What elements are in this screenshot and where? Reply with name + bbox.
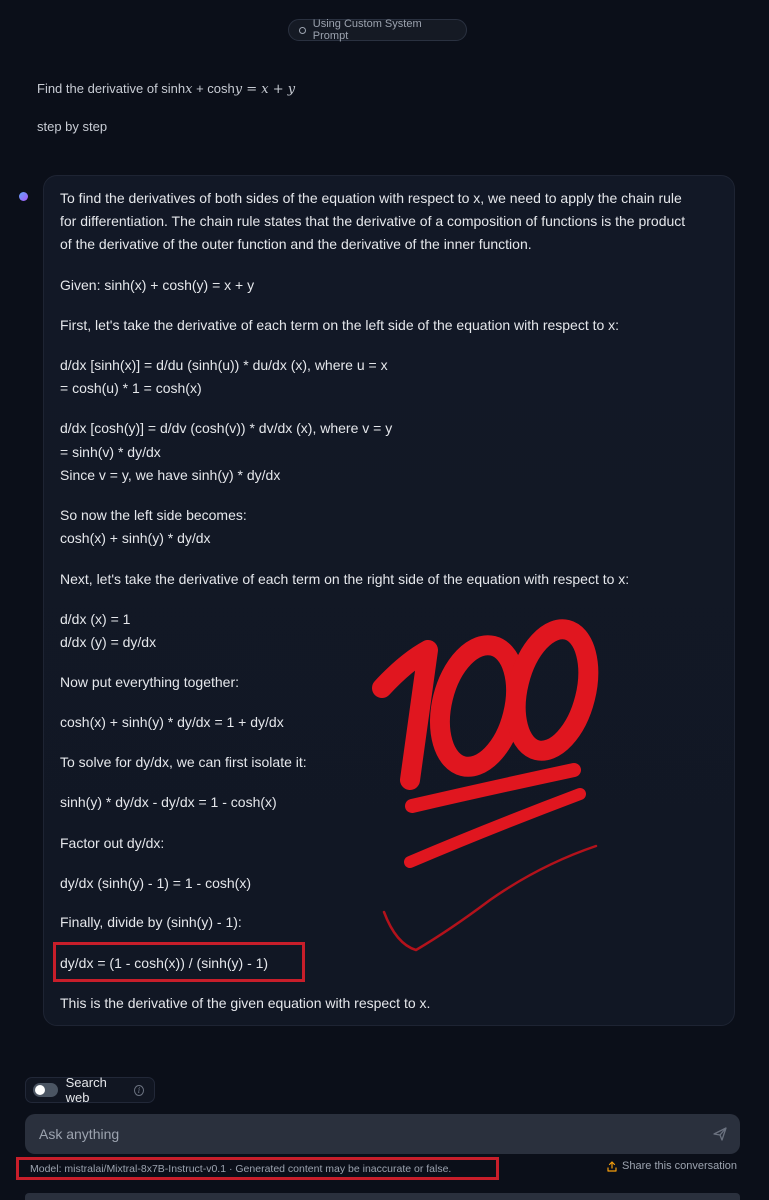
spinner-icon — [299, 26, 306, 34]
model-info-disclaimer: Model: mistralai/Mixtral-8x7B-Instruct-v… — [16, 1157, 499, 1180]
assistant-line: Given: sinh(x) + cosh(y) = x + y — [60, 277, 255, 293]
info-icon[interactable]: i — [134, 1084, 144, 1096]
assistant-line: First, let's take the derivative of each… — [60, 317, 620, 333]
hundred-points-sticker-icon — [372, 619, 599, 952]
share-conversation-link[interactable]: Share this conversation — [607, 1160, 737, 1172]
search-web-label: Search web — [65, 1075, 107, 1105]
pill-label: Using Custom System Prompt — [312, 18, 422, 42]
assistant-line: Next, let's take the derivative of each … — [60, 571, 630, 587]
model-info-text: Model: mistralai/Mixtral-8x7B-Instruct-v… — [30, 1162, 452, 1175]
search-web-toggle[interactable]: Search web i — [25, 1075, 155, 1105]
assistant-line: = cosh(u) * 1 = cosh(x) — [60, 380, 202, 396]
chat-input-container — [25, 1114, 740, 1154]
assistant-line: d/dx (x) = 1 — [60, 611, 131, 627]
assistant-line: cosh(x) + sinh(y) * dy/dx — [60, 530, 211, 546]
bottom-panel-edge — [25, 1193, 740, 1200]
assistant-line: dy/dx (sinh(y) - 1) = 1 - cosh(x) — [60, 875, 251, 891]
assistant-line: d/dx [cosh(y)] = d/dv (cosh(v)) * dv/dx … — [60, 420, 393, 436]
assistant-line: Now put everything together: — [60, 674, 239, 690]
user-message-text: + cosh — [192, 81, 235, 96]
final-answer-highlight-box — [53, 942, 305, 982]
assistant-line: Factor out dy/dx: — [60, 835, 165, 851]
assistant-line: This is the derivative of the given equa… — [60, 995, 431, 1011]
assistant-line: = sinh(v) * dy/dx — [60, 444, 161, 460]
toggle-switch[interactable] — [33, 1083, 58, 1097]
send-icon[interactable] — [712, 1126, 728, 1142]
chat-input[interactable] — [37, 1125, 712, 1143]
assistant-line: d/dx [sinh(x)] = d/du (sinh(u)) * du/dx … — [60, 357, 388, 373]
assistant-line: for differentiation. The chain rule stat… — [60, 213, 686, 229]
assistant-line: cosh(x) + sinh(y) * dy/dx = 1 + dy/dx — [60, 714, 284, 730]
assistant-line: sinh(y) * dy/dx - dy/dx = 1 - cosh(x) — [60, 794, 277, 810]
user-message-text: Find the derivative of sinh — [37, 81, 186, 96]
user-message-line-1: Find the derivative of sinhx + coshy = x… — [37, 81, 295, 97]
user-message-line-2: step by step — [37, 119, 108, 134]
assistant-line: So now the left side becomes: — [60, 507, 247, 523]
assistant-line: Since v = y, we have sinh(y) * dy/dx — [60, 467, 281, 483]
toggle-knob — [35, 1085, 45, 1095]
custom-system-prompt-pill[interactable]: Using Custom System Prompt — [288, 18, 467, 42]
assistant-line: To find the derivatives of both sides of… — [60, 190, 682, 206]
assistant-line: of the derivative of the outer function … — [60, 236, 532, 252]
assistant-avatar — [19, 192, 28, 201]
assistant-line: Finally, divide by (sinh(y) - 1): — [60, 914, 242, 930]
math-equation-rhs: = x + y — [242, 82, 296, 97]
assistant-line: To solve for dy/dx, we can first isolate… — [60, 754, 307, 770]
share-label: Share this conversation — [622, 1160, 737, 1172]
share-icon — [607, 1160, 617, 1172]
assistant-line: d/dx (y) = dy/dx — [60, 634, 157, 650]
